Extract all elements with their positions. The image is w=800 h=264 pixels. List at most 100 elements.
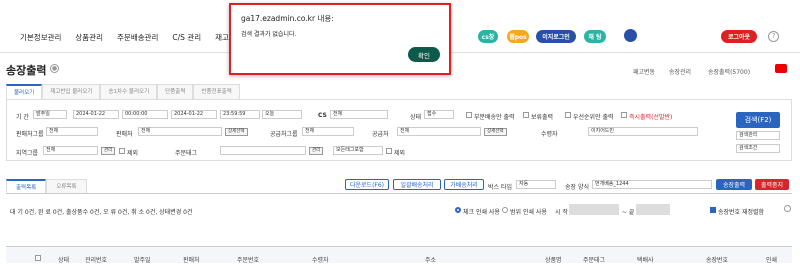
menu-item-cs[interactable]: C/S 관리 bbox=[172, 32, 201, 43]
dialog-ok-button[interactable]: 확인 bbox=[408, 47, 440, 62]
date-from-input[interactable]: 2024-01-22 bbox=[73, 110, 119, 119]
divider bbox=[6, 193, 792, 194]
box-type-select[interactable]: 자동 bbox=[516, 180, 556, 189]
seller-select[interactable]: 전체 bbox=[138, 127, 222, 136]
tag-include-select[interactable]: 모든태그포함 bbox=[333, 146, 383, 155]
status-label: 상태 bbox=[410, 114, 422, 121]
check-print-label: 체크 인쇄 사용 bbox=[463, 209, 500, 216]
menu-item-product[interactable]: 상품관리 bbox=[75, 32, 103, 43]
cs-label: CS bbox=[318, 112, 327, 119]
breadcrumb-current: 송장출력(5700) bbox=[708, 69, 751, 76]
stop-print-button[interactable]: 출력중지 bbox=[755, 179, 789, 190]
select-all-checkbox[interactable] bbox=[35, 255, 41, 261]
region-exclude-label: 제외 bbox=[127, 150, 139, 157]
instant-print-label: 즉시출력(선발반) bbox=[629, 114, 673, 121]
breadcrumb-item[interactable]: 패고변동 bbox=[633, 67, 655, 76]
period-select[interactable]: 발주일 bbox=[33, 110, 67, 119]
breadcrumb-item[interactable]: 송장관리 bbox=[669, 67, 691, 76]
period-label: 기 간 bbox=[16, 114, 29, 121]
supplier-group-select[interactable]: 전체 bbox=[302, 127, 354, 136]
menu-item-basic-info[interactable]: 기본정보관리 bbox=[20, 32, 61, 43]
region-group-select[interactable]: 전체 bbox=[43, 146, 98, 155]
region-group-label: 지역그룹 bbox=[16, 150, 39, 157]
search-manage-select[interactable]: 검색관리 bbox=[736, 131, 780, 140]
page-title: 송장출력 bbox=[6, 64, 47, 77]
search-button[interactable]: 검색(F2) bbox=[736, 112, 780, 128]
tab-single-print[interactable]: 단품출력 bbox=[157, 84, 194, 99]
bulk-delivery-button[interactable]: 일괄배송처리 bbox=[393, 179, 441, 190]
settings-icon[interactable] bbox=[784, 205, 791, 212]
logout-button[interactable]: 로그아웃 bbox=[721, 30, 757, 43]
receiver-select[interactable]: 수령자 bbox=[541, 129, 558, 138]
search-condition-select[interactable]: 검색조건 bbox=[736, 144, 780, 153]
chat-button[interactable]: 채 팅 bbox=[584, 30, 606, 43]
resort-checkbox[interactable] bbox=[710, 207, 716, 213]
hold-print-label: 보류출력 bbox=[531, 114, 554, 121]
resort-label: 송장번호 재정렬함 bbox=[718, 209, 765, 216]
range-print-radio[interactable] bbox=[502, 207, 508, 213]
supplier-select[interactable]: 전체 bbox=[397, 127, 481, 136]
range-print-label: 범위 인쇄 사용 bbox=[510, 209, 547, 216]
youtube-icon[interactable] bbox=[775, 64, 787, 73]
main-menu: 기본정보관리 상품관리 주문배송관리 C/S 관리 재고관 bbox=[20, 32, 236, 43]
tab-error-list[interactable]: 오류목록 bbox=[46, 179, 87, 194]
partial-ship-checkbox[interactable] bbox=[466, 112, 472, 118]
check-print-radio[interactable] bbox=[455, 207, 461, 213]
instant-print-checkbox[interactable] bbox=[621, 112, 627, 118]
dialog-message: 검색 결과가 없습니다. bbox=[241, 31, 297, 38]
cs-window-button[interactable]: cs창 bbox=[478, 30, 498, 43]
alert-dialog: ga17.ezadmin.co.kr 내용: 검색 결과가 없습니다. 확인 bbox=[229, 3, 451, 75]
start-label: 시 작 bbox=[555, 209, 568, 216]
supplier-label: 공급처 bbox=[372, 131, 389, 138]
info-icon[interactable]: ● bbox=[50, 64, 59, 73]
dialog-title: ga17.ezadmin.co.kr 내용: bbox=[241, 14, 334, 23]
order-tag-label: 주문태그 bbox=[175, 150, 198, 157]
temp-delivery-button[interactable]: 가배송처리 bbox=[444, 179, 484, 190]
menu-item-order-shipping[interactable]: 주문배송관리 bbox=[117, 32, 158, 43]
region-exclude-checkbox[interactable] bbox=[119, 148, 125, 154]
status-counts: 대 기 0건, 완 료 0건, 출상품수 0건, 오 류 0건, 취 소 0건,… bbox=[10, 209, 193, 216]
invoice-format-label: 송장 양식 bbox=[565, 184, 589, 191]
end-label: ~ 끝 bbox=[622, 209, 635, 216]
print-invoice-button[interactable]: 송장출력 bbox=[716, 179, 752, 190]
tab-return-slip[interactable]: 반품전표출력 bbox=[193, 84, 240, 99]
tab-round-load[interactable]: 송1차수 불러오기 bbox=[100, 84, 158, 99]
status-select[interactable]: 접수 bbox=[424, 110, 454, 119]
tag-exclude-checkbox[interactable] bbox=[386, 148, 392, 154]
download-button[interactable]: 다운로드(F6) bbox=[345, 179, 389, 190]
seller-detail-button[interactable]: 상세선택 bbox=[225, 128, 248, 136]
end-input[interactable] bbox=[636, 204, 670, 215]
hold-print-checkbox[interactable] bbox=[523, 112, 529, 118]
table-header bbox=[6, 246, 792, 263]
seller-label: 판매처 bbox=[116, 131, 133, 138]
start-input[interactable] bbox=[569, 204, 619, 215]
supplier-group-label: 공급처그룹 bbox=[270, 131, 298, 138]
order-tag-input[interactable] bbox=[220, 146, 306, 155]
partial-ship-label: 부분배송만 출력 bbox=[474, 114, 515, 121]
region-manage-button[interactable]: 관리 bbox=[101, 147, 116, 155]
receiver-input[interactable]: 이지어드민 bbox=[588, 127, 698, 136]
date-to-input[interactable]: 2024-01-22 bbox=[171, 110, 217, 119]
tab-load[interactable]: 불러오기 bbox=[6, 84, 43, 99]
box-type-label: 박스 타입 bbox=[488, 184, 512, 191]
supplier-detail-button[interactable]: 상세선택 bbox=[484, 128, 507, 136]
tab-stock-return-load[interactable]: 재고반입 불러오기 bbox=[42, 84, 101, 99]
user-avatar-icon[interactable] bbox=[624, 29, 637, 42]
order-tag-manage-button[interactable]: 관리 bbox=[309, 147, 324, 155]
priority-label: 우선순위만 출력 bbox=[573, 114, 614, 121]
easy-login-button[interactable]: 이지로그인 bbox=[536, 30, 576, 43]
time-from-select[interactable]: 00:00:00 bbox=[122, 110, 168, 119]
load-tabs: 불러오기 재고반입 불러오기 송1차수 불러오기 단품출력 반품전표출력 bbox=[6, 84, 240, 99]
seller-group-select[interactable]: 전체 bbox=[46, 127, 98, 136]
cs-select[interactable]: 전체 bbox=[330, 110, 388, 119]
web-pos-button[interactable]: 웹pos bbox=[507, 30, 529, 43]
today-select[interactable]: 오늘 bbox=[262, 110, 302, 119]
invoice-format-select[interactable]: 번개배송_1244 bbox=[592, 180, 712, 189]
tag-exclude-label: 제외 bbox=[394, 150, 406, 157]
time-to-select[interactable]: 23:59:59 bbox=[220, 110, 260, 119]
help-icon[interactable]: ? bbox=[768, 31, 779, 42]
result-tabs: 출력목록 오류목록 bbox=[6, 179, 87, 194]
seller-group-label: 판매처그룹 bbox=[16, 131, 44, 138]
priority-checkbox[interactable] bbox=[565, 112, 571, 118]
tab-print-list[interactable]: 출력목록 bbox=[6, 179, 47, 194]
